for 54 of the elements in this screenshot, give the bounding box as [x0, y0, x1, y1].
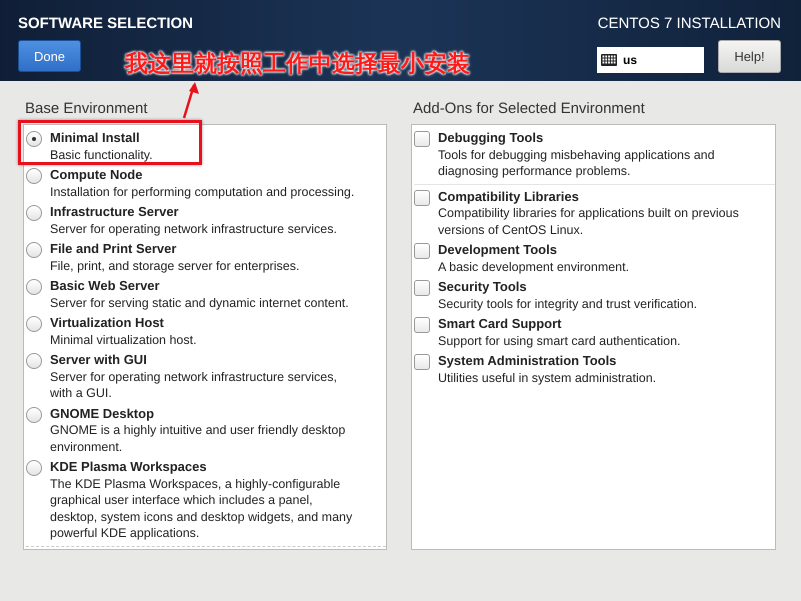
page-title: SOFTWARE SELECTION [18, 15, 194, 32]
help-button[interactable]: Help! [718, 40, 781, 73]
environment-name[interactable]: File and Print Server [50, 241, 176, 258]
environment-description: The KDE Plasma Workspaces, a highly-configurable graphical user interface which includes a panel, desktop, system icons and desktop widgets, and many powerful KDE applications. [50, 476, 354, 542]
radio-button[interactable] [26, 460, 42, 476]
addon-name[interactable]: Security Tools [438, 279, 527, 296]
addon-description: Support for using smart card authentication. [438, 332, 680, 349]
radio-button[interactable] [26, 406, 42, 422]
environment-name[interactable]: Compute Node [50, 167, 142, 184]
section-heading: Base Environment [24, 100, 149, 117]
environment-description: Server for operating network infrastructure services, with a GUI. [50, 368, 338, 402]
environment-description: Basic functionality. [50, 146, 153, 163]
keyboard-layout-field[interactable]: us [597, 46, 704, 72]
addon-name[interactable]: Smart Card Support [438, 316, 562, 332]
section-heading: Add-Ons for Selected Environment [412, 100, 646, 117]
environment-name[interactable]: KDE Plasma Workspaces [50, 459, 207, 476]
checkbox[interactable] [414, 354, 430, 370]
addon-name[interactable]: System Administration Tools [438, 353, 616, 370]
radio-button[interactable] [26, 316, 42, 332]
environment-description: Minimal virtualization host. [50, 332, 197, 348]
addon-description: Compatibility libraries for applications built on previous versions of CentOS Linux. [438, 205, 740, 238]
checkbox[interactable] [414, 131, 430, 147]
environment-description: GNOME is a highly intuitive and user friendly desktop environment. [50, 422, 346, 455]
radio-button[interactable] [26, 131, 42, 147]
addon-description: Tools for debugging misbehaving applications and diagnosing performance problems. [438, 146, 716, 180]
checkbox[interactable] [414, 280, 430, 296]
addon-name[interactable]: Development Tools [438, 242, 557, 258]
environment-name[interactable]: Infrastructure Server [50, 204, 179, 220]
addon-name[interactable]: Debugging Tools [438, 130, 544, 146]
product-title: CENTOS 7 INSTALLATION [598, 15, 781, 32]
addon-description: Security tools for integrity and trust verification. [438, 296, 698, 312]
annotation-text: 我这里就按照工作中选择最小安装 [125, 50, 470, 79]
checkbox[interactable] [414, 317, 430, 333]
checkbox[interactable] [414, 243, 430, 259]
radio-button[interactable] [26, 205, 42, 221]
radio-button[interactable] [26, 168, 42, 184]
addon-name[interactable]: Compatibility Libraries [438, 188, 579, 205]
radio-button[interactable] [26, 279, 42, 295]
environment-description: Installation for performing computation and processing. [50, 184, 354, 200]
environment-description: File, print, and storage server for enterprises. [50, 258, 300, 274]
done-button[interactable]: Done [18, 40, 81, 72]
environment-name[interactable]: Virtualization Host [50, 315, 164, 332]
environment-description: Server for serving static and dynamic internet content. [50, 294, 349, 311]
environment-name[interactable]: Minimal Install [50, 130, 140, 146]
environment-name[interactable]: Basic Web Server [50, 278, 160, 294]
addon-description: A basic development environment. [438, 258, 630, 275]
environment-description: Server for operating network infrastructure services. [50, 220, 337, 237]
radio-button[interactable] [26, 242, 42, 258]
environment-name[interactable]: Server with GUI [50, 352, 147, 368]
radio-button[interactable] [26, 353, 42, 369]
keyboard-icon [601, 54, 617, 66]
addon-description: Utilities useful in system administration. [438, 370, 656, 386]
checkbox[interactable] [414, 190, 430, 206]
environment-name[interactable]: GNOME Desktop [50, 406, 154, 422]
